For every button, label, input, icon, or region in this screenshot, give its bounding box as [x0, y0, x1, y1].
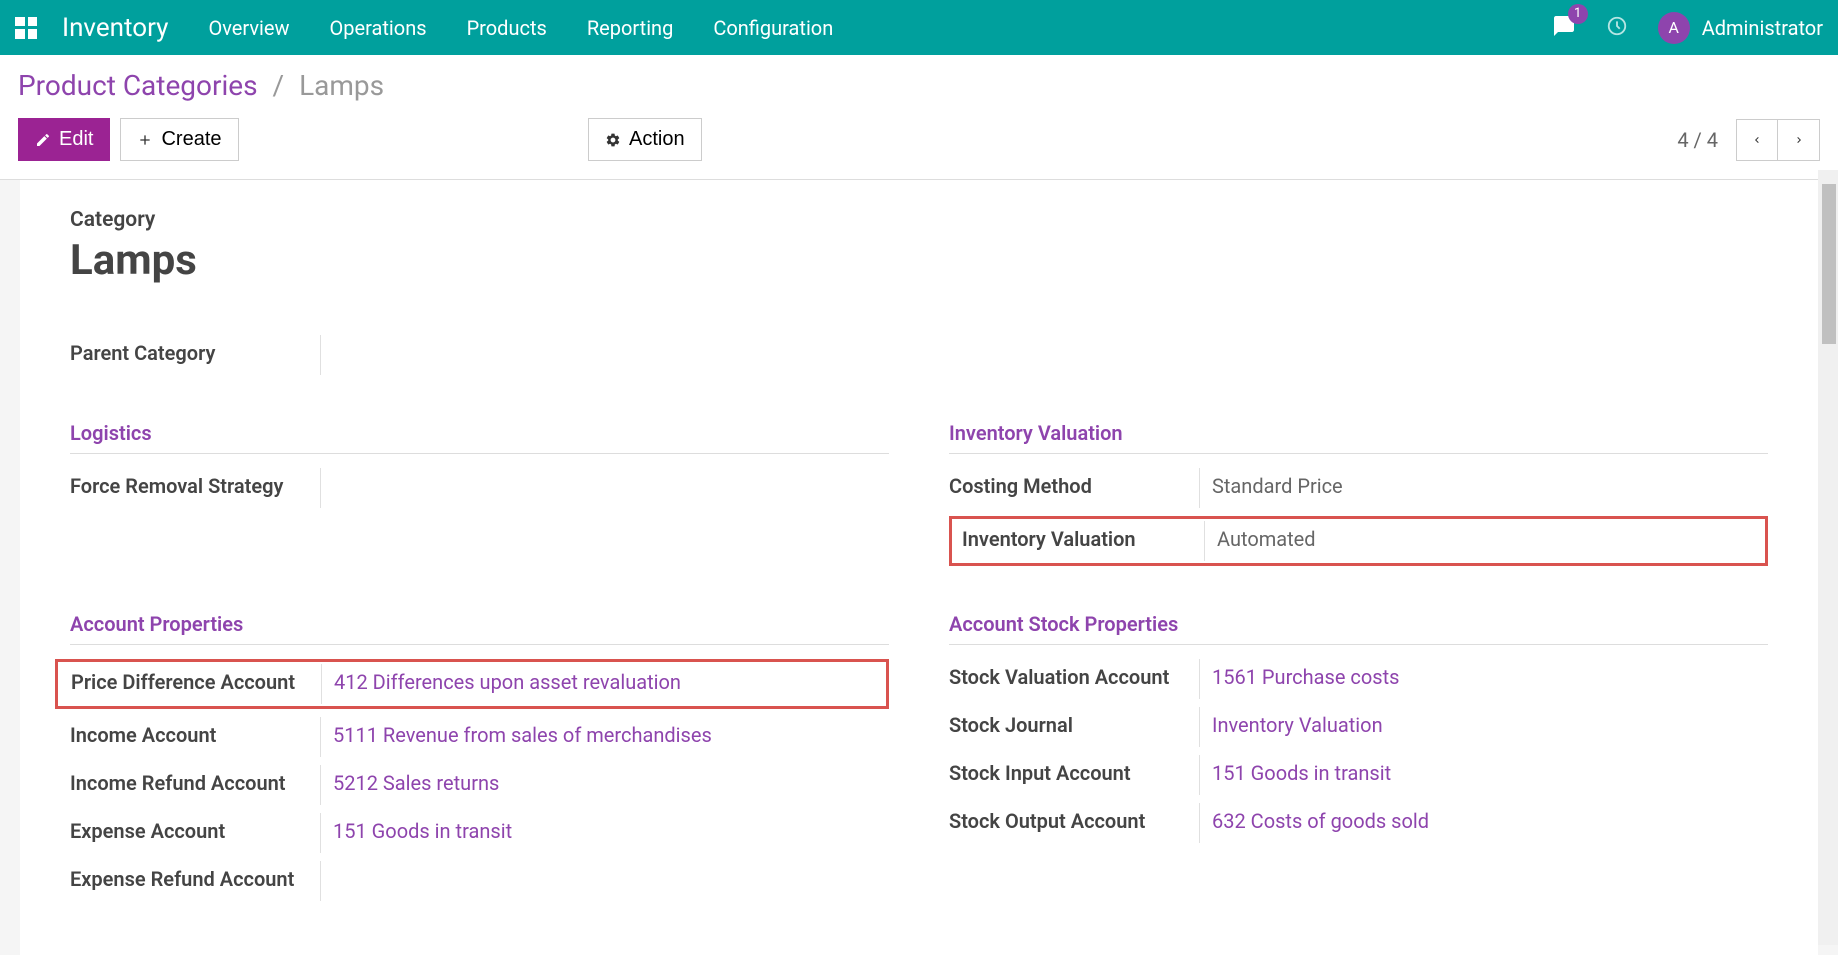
inventory-valuation-header: Inventory Valuation [949, 421, 1768, 454]
topbar-right: 1 A Administrator [1552, 12, 1823, 44]
stock-val-value[interactable]: 1561 Purchase costs [1199, 659, 1411, 699]
expense-refund-row: Expense Refund Account [70, 861, 889, 901]
stock-val-row: Stock Valuation Account 1561 Purchase co… [949, 659, 1768, 699]
scrollbar[interactable] [1818, 170, 1838, 945]
force-removal-row: Force Removal Strategy [70, 468, 889, 508]
breadcrumb: Product Categories / Lamps [18, 69, 1820, 102]
nav-overview[interactable]: Overview [208, 16, 289, 40]
create-button[interactable]: Create [120, 118, 238, 161]
expense-label: Expense Account [70, 813, 320, 843]
stock-input-value[interactable]: 151 Goods in transit [1199, 755, 1403, 795]
user-menu[interactable]: A Administrator [1658, 12, 1823, 44]
avatar: A [1658, 12, 1690, 44]
pager-next[interactable] [1778, 119, 1820, 161]
income-refund-value[interactable]: 5212 Sales returns [320, 765, 511, 805]
price-diff-row: Price Difference Account 412 Differences… [55, 659, 889, 709]
gear-icon [605, 132, 621, 148]
nav-menu: Overview Operations Products Reporting C… [208, 16, 1551, 40]
messages-icon[interactable]: 1 [1552, 14, 1576, 42]
edit-button[interactable]: Edit [18, 118, 110, 161]
stock-output-value[interactable]: 632 Costs of goods sold [1199, 803, 1441, 843]
subheader: Product Categories / Lamps Edit Create A… [0, 55, 1838, 180]
edit-label: Edit [59, 128, 93, 151]
stock-output-row: Stock Output Account 632 Costs of goods … [949, 803, 1768, 843]
pager-prev[interactable] [1736, 119, 1778, 161]
breadcrumb-separator: / [273, 69, 285, 102]
stock-val-label: Stock Valuation Account [949, 659, 1199, 689]
nav-configuration[interactable]: Configuration [713, 16, 833, 40]
action-label: Action [629, 128, 685, 151]
category-name: Lamps [70, 236, 1768, 285]
inventory-valuation-row: Inventory Valuation Automated [949, 516, 1768, 566]
pencil-icon [35, 132, 51, 148]
create-label: Create [161, 128, 221, 151]
breadcrumb-current: Lamps [299, 69, 384, 102]
inventory-valuation-value[interactable]: Automated [1204, 521, 1328, 561]
app-title[interactable]: Inventory [62, 13, 168, 43]
price-diff-label: Price Difference Account [71, 664, 321, 694]
stock-journal-row: Stock Journal Inventory Valuation [949, 707, 1768, 747]
form-content: Category Lamps Parent Category Logistics… [20, 180, 1818, 955]
toolbar: Edit Create Action 4 / 4 [18, 118, 1820, 161]
nav-reporting[interactable]: Reporting [587, 16, 674, 40]
breadcrumb-parent[interactable]: Product Categories [18, 69, 258, 102]
income-row: Income Account 5111 Revenue from sales o… [70, 717, 889, 757]
nav-products[interactable]: Products [467, 16, 547, 40]
stock-output-label: Stock Output Account [949, 803, 1199, 833]
force-removal-value[interactable] [320, 468, 345, 508]
costing-method-row: Costing Method Standard Price [949, 468, 1768, 508]
activity-icon[interactable] [1606, 15, 1628, 41]
action-button[interactable]: Action [588, 118, 702, 161]
apps-icon[interactable] [15, 17, 37, 39]
parent-category-value[interactable] [320, 335, 345, 375]
category-label: Category [70, 208, 1768, 232]
income-refund-label: Income Refund Account [70, 765, 320, 795]
expense-value[interactable]: 151 Goods in transit [320, 813, 524, 853]
stock-journal-value[interactable]: Inventory Valuation [1199, 707, 1395, 747]
top-navbar: Inventory Overview Operations Products R… [0, 0, 1838, 55]
messages-badge: 1 [1568, 4, 1588, 24]
pager-text: 4 / 4 [1677, 128, 1718, 152]
pager: 4 / 4 [1677, 119, 1820, 161]
income-label: Income Account [70, 717, 320, 747]
account-properties-header: Account Properties [70, 612, 889, 645]
nav-operations[interactable]: Operations [330, 16, 427, 40]
force-removal-label: Force Removal Strategy [70, 468, 320, 498]
stock-input-label: Stock Input Account [949, 755, 1199, 785]
income-refund-row: Income Refund Account 5212 Sales returns [70, 765, 889, 805]
chevron-left-icon [1751, 131, 1763, 149]
costing-method-value[interactable]: Standard Price [1199, 468, 1355, 508]
stock-journal-label: Stock Journal [949, 707, 1199, 737]
chevron-right-icon [1793, 131, 1805, 149]
plus-icon [137, 132, 153, 148]
expense-refund-label: Expense Refund Account [70, 861, 320, 891]
logistics-header: Logistics [70, 421, 889, 454]
costing-method-label: Costing Method [949, 468, 1199, 498]
inventory-valuation-label: Inventory Valuation [954, 521, 1204, 551]
parent-category-row: Parent Category [70, 335, 1768, 375]
price-diff-value[interactable]: 412 Differences upon asset revaluation [321, 664, 693, 704]
expense-refund-value[interactable] [320, 861, 345, 901]
scrollbar-thumb[interactable] [1822, 184, 1836, 344]
account-stock-header: Account Stock Properties [949, 612, 1768, 645]
expense-row: Expense Account 151 Goods in transit [70, 813, 889, 853]
parent-category-label: Parent Category [70, 335, 320, 365]
stock-input-row: Stock Input Account 151 Goods in transit [949, 755, 1768, 795]
income-value[interactable]: 5111 Revenue from sales of merchandises [320, 717, 724, 757]
user-name: Administrator [1702, 16, 1823, 40]
